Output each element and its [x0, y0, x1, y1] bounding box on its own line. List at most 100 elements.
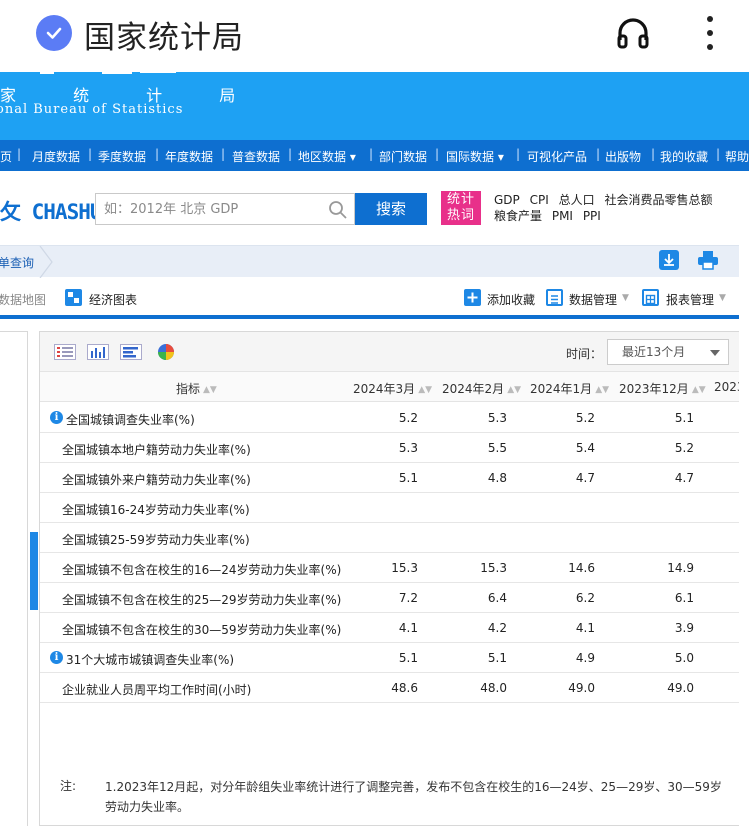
breadcrumb: 单查询: [0, 245, 739, 278]
nav-item-help[interactable]: 帮助: [725, 148, 749, 165]
left-tree-panel: [0, 331, 28, 826]
table-cell: 3.9: [674, 621, 694, 635]
indicator-name: 全国城镇不包含在校生的16—24岁劳动力失业率(%): [62, 563, 342, 577]
column-header-period[interactable]: 2024年2月 ▲▼: [442, 380, 521, 397]
indicator-name: 全国城镇16-24岁劳动力失业率(%): [62, 503, 250, 517]
headphones-icon[interactable]: [614, 14, 652, 52]
hot-terms-row1: GDP CPI 总人口 社会消费品零售总额: [494, 191, 718, 208]
table-cell: 4.1: [398, 621, 418, 635]
indicator-name: 全国城镇调查失业率(%): [66, 413, 195, 427]
table-row[interactable]: 全国城镇本地户籍劳动力失业率(%) 5.3 5.5 5.4 5.2: [40, 433, 739, 463]
nav-item-home[interactable]: 页: [0, 148, 12, 165]
download-icon[interactable]: [659, 250, 679, 270]
breadcrumb-arrow-icon: [39, 246, 53, 278]
sort-icon: ▲▼: [595, 385, 610, 395]
sort-icon: ▲▼: [203, 385, 217, 395]
hot-term[interactable]: CPI: [530, 193, 549, 207]
sort-icon: ▲▼: [691, 385, 706, 395]
banner-english-name: onal Bureau of Statistics: [0, 102, 184, 117]
time-range-value: 最近13个月: [622, 345, 686, 359]
nav-item-census[interactable]: 普查数据: [232, 148, 280, 165]
table-cell: 15.3: [391, 561, 418, 575]
search-input[interactable]: [96, 194, 324, 224]
app-bar: 国家统计局: [0, 0, 749, 72]
nav-item-publications[interactable]: 出版物: [605, 148, 641, 165]
main-nav: 页 | 月度数据 | 季度数据 | 年度数据 | 普查数据 | 地区数据 ▾ |…: [0, 140, 749, 171]
nav-item-monthly[interactable]: 月度数据: [32, 148, 80, 165]
table-row[interactable]: 全国城镇外来户籍劳动力失业率(%) 5.1 4.8 4.7 4.7: [40, 463, 739, 493]
table-cell: 48.0: [480, 681, 507, 695]
search-icon[interactable]: [328, 200, 348, 220]
econ-chart-tab[interactable]: 经济图表: [89, 291, 137, 308]
table-cell: 48.6: [391, 681, 418, 695]
table-header: 指标 ▲▼ 2024年3月 ▲▼ 2024年2月 ▲▼ 2024年1月 ▲▼ 2023年…: [40, 372, 739, 402]
breadcrumb-item[interactable]: 单查询: [0, 254, 34, 271]
tool-row: 数据地图 经济图表 添加收藏 数据管理 ▼ 报表管理 ▼: [0, 281, 739, 315]
nav-item-department[interactable]: 部门数据: [379, 148, 427, 165]
table-cell: 5.1: [674, 411, 694, 425]
hot-term[interactable]: GDP: [494, 193, 520, 207]
indicator-name: 全国城镇不包含在校生的25—29岁劳动力失业率(%): [62, 593, 342, 607]
hot-term[interactable]: PPI: [583, 209, 601, 223]
nav-item-visual[interactable]: 可视化产品: [527, 148, 587, 165]
column-header-period[interactable]: 2023: [714, 380, 739, 394]
hot-term[interactable]: 总人口: [559, 193, 595, 207]
hot-badge-line1: 统计: [446, 192, 475, 207]
time-range-select[interactable]: 最近13个月: [607, 339, 729, 365]
table-cell: 5.1: [398, 471, 418, 485]
nav-item-annual[interactable]: 年度数据: [165, 148, 213, 165]
shield-check-icon[interactable]: [36, 15, 72, 51]
pie-chart-icon[interactable]: [157, 343, 175, 361]
hot-term[interactable]: 粮食产量: [494, 209, 542, 223]
sort-icon: ▲▼: [418, 385, 433, 395]
table-cell: 4.9: [575, 651, 595, 665]
info-icon[interactable]: i: [50, 411, 63, 424]
panel-collapse-handle[interactable]: [30, 532, 38, 610]
table-row[interactable]: i 31个大城市城镇调查失业率(%) 5.1 5.1 4.9 5.0: [40, 643, 739, 673]
table-cell: 5.0: [674, 651, 694, 665]
data-manage-menu[interactable]: 数据管理: [569, 291, 617, 308]
table-row[interactable]: 全国城镇不包含在校生的25—29岁劳动力失业率(%) 7.2 6.4 6.2 6.1: [40, 583, 739, 613]
column-header-period[interactable]: 2024年1月 ▲▼: [530, 380, 609, 397]
indicator-name: 全国城镇25-59岁劳动力失业率(%): [62, 533, 250, 547]
chevron-down-icon: ▼: [622, 293, 629, 303]
table-cell: 14.6: [568, 561, 595, 575]
hot-term[interactable]: 社会消费品零售总额: [604, 193, 712, 207]
table-cell: 4.8: [487, 471, 507, 485]
table-row[interactable]: 全国城镇不包含在校生的16—24岁劳动力失业率(%) 15.3 15.3 14.6 14…: [40, 553, 739, 583]
add-favorite-button[interactable]: 添加收藏: [487, 291, 535, 308]
table-cell: 7.2: [398, 591, 418, 605]
search-button[interactable]: 搜索: [355, 193, 427, 225]
note-text: 1.2023年12月起，对分年龄组失业率统计进行了调整完善，发布不包含在校生的1…: [105, 780, 722, 814]
table-row[interactable]: 全国城镇16-24岁劳动力失业率(%): [40, 493, 739, 523]
table-row[interactable]: 全国城镇25-59岁劳动力失业率(%): [40, 523, 739, 553]
table-row[interactable]: i 全国城镇调查失业率(%) 5.2 5.3 5.2 5.1: [40, 403, 739, 433]
table-row[interactable]: 企业就业人员周平均工作时间(小时) 48.6 48.0 49.0 49.0: [40, 673, 739, 703]
horizontal-bar-icon[interactable]: [120, 344, 142, 360]
table-cell: 4.2: [487, 621, 507, 635]
bar-chart-icon[interactable]: [87, 344, 109, 360]
nav-item-favorites[interactable]: 我的收藏: [660, 148, 708, 165]
page-title: 国家统计局: [84, 20, 244, 56]
nav-item-quarterly[interactable]: 季度数据: [98, 148, 146, 165]
more-vertical-icon[interactable]: [700, 14, 720, 54]
nav-item-regional[interactable]: 地区数据 ▾: [298, 148, 356, 165]
table-cell: 14.9: [667, 561, 694, 575]
hot-term[interactable]: PMI: [552, 209, 573, 223]
table-cell: 5.2: [674, 441, 694, 455]
table-row[interactable]: 全国城镇不包含在校生的30—59岁劳动力失业率(%) 4.1 4.2 4.1 3.9: [40, 613, 739, 643]
table-cell: 5.2: [398, 411, 418, 425]
info-icon[interactable]: i: [50, 651, 63, 664]
table-cell: 4.7: [575, 471, 595, 485]
nav-item-international[interactable]: 国际数据 ▾: [446, 148, 504, 165]
column-header-period[interactable]: 2023年12月 ▲▼: [619, 380, 706, 397]
column-header-period[interactable]: 2024年3月 ▲▼: [353, 380, 432, 397]
data-map-link[interactable]: 数据地图: [0, 291, 46, 308]
table-cell: 6.1: [674, 591, 694, 605]
column-header-indicator[interactable]: 指标 ▲▼: [176, 380, 217, 397]
indicator-name: 全国城镇本地户籍劳动力失业率(%): [62, 443, 251, 457]
print-icon[interactable]: [697, 250, 719, 270]
table-view-icon[interactable]: [54, 344, 76, 360]
report-manage-menu[interactable]: 报表管理: [666, 291, 714, 308]
data-panel: 时间： 最近13个月 指标 ▲▼ 2024年3月 ▲▼ 2024年2月 ▲▼ 2024…: [39, 331, 739, 826]
